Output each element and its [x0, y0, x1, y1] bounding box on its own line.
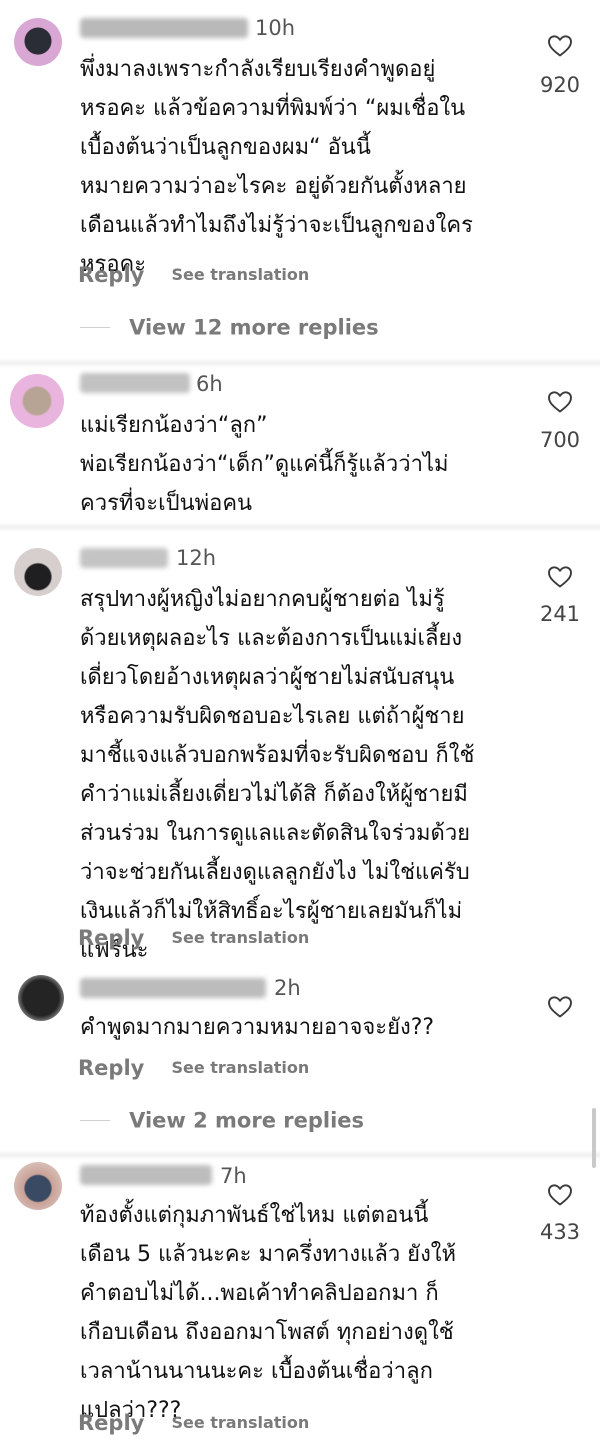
see-translation-button[interactable]: See translation	[171, 262, 309, 288]
avatar[interactable]	[14, 1162, 62, 1210]
avatar[interactable]	[14, 18, 62, 66]
divider-line	[80, 327, 110, 328]
view-more-replies[interactable]: View 2 more replies	[80, 1107, 364, 1133]
reply-button[interactable]: Reply	[78, 1055, 144, 1081]
divider-line	[80, 1120, 110, 1121]
see-translation-button[interactable]: See translation	[171, 1410, 309, 1436]
username-blurred[interactable]	[80, 978, 266, 998]
view-more-replies-label[interactable]: View 12 more replies	[129, 316, 379, 340]
comment-text: แม่เรียกน้องว่า“ลูก” พ่อเรียกน้องว่า“เด็…	[80, 413, 449, 516]
reply-button[interactable]: Reply	[78, 1410, 144, 1436]
like-count: 920	[539, 73, 581, 97]
heart-icon[interactable]	[547, 390, 573, 414]
username-blurred[interactable]	[80, 373, 190, 393]
see-translation-button[interactable]: See translation	[171, 925, 309, 951]
see-translation-button[interactable]: See translation	[171, 1055, 309, 1081]
scrollbar[interactable]	[592, 1108, 596, 1168]
heart-icon[interactable]	[547, 34, 573, 58]
like-count: 241	[539, 602, 581, 626]
comment-actions: Reply See translation	[78, 925, 309, 953]
comment-actions: Reply See translation	[78, 262, 309, 290]
comment-time: 12h	[176, 546, 217, 570]
heart-icon[interactable]	[547, 995, 573, 1019]
avatar[interactable]	[14, 548, 62, 596]
heart-icon[interactable]	[547, 565, 573, 589]
comment-time: 6h	[196, 372, 223, 396]
separator	[0, 1150, 600, 1160]
reply-button[interactable]: Reply	[78, 262, 144, 288]
separator	[0, 522, 600, 532]
like-count: 700	[539, 428, 581, 452]
comment-actions: Reply See translation	[78, 1410, 309, 1438]
username-blurred[interactable]	[80, 18, 248, 38]
comment-text: สรุปทางผู้หญิงไม่อยากคบผู้ชายต่อ ไม่รู้ …	[80, 587, 475, 963]
comment-text: คำพูดมากมายความหมายอาจจะยัง??	[80, 1015, 435, 1040]
reply-button[interactable]: Reply	[78, 925, 144, 951]
comment-actions: Reply See translation	[78, 1055, 309, 1083]
comment-text: พึ่งมาลงเพราะกำลังเรียบเรียงคำพูดอยู่ หร…	[80, 57, 473, 277]
comment-time: 10h	[255, 16, 296, 40]
comment-text: ท้องตั้งแต่กุมภาพันธ์ใช่ไหม แต่ตอนนี้ เด…	[80, 1203, 457, 1423]
comment-time: 2h	[274, 976, 301, 1000]
avatar[interactable]	[18, 975, 64, 1021]
like-count: 433	[539, 1220, 581, 1244]
view-more-replies[interactable]: View 12 more replies	[80, 314, 379, 340]
separator	[0, 358, 600, 368]
comment-time: 7h	[220, 1164, 247, 1188]
username-blurred[interactable]	[80, 548, 168, 568]
view-more-replies-label[interactable]: View 2 more replies	[129, 1109, 364, 1133]
username-blurred[interactable]	[80, 1165, 212, 1185]
heart-icon[interactable]	[547, 1183, 573, 1207]
avatar[interactable]	[10, 374, 64, 428]
